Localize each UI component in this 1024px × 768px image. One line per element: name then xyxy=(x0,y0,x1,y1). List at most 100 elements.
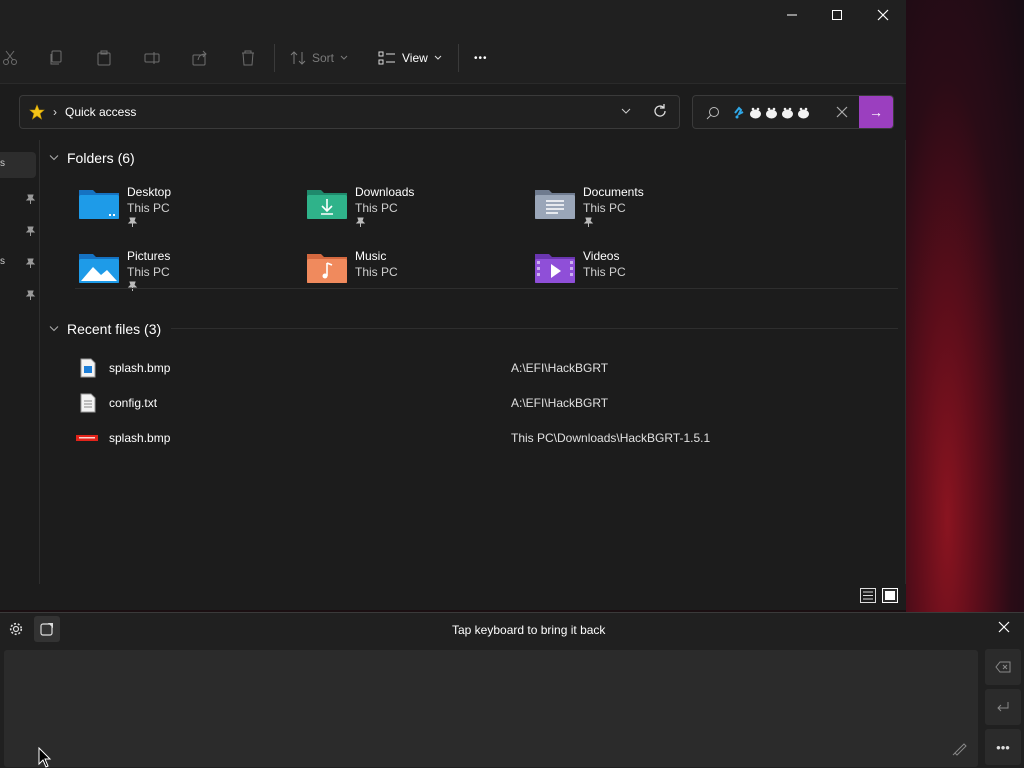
recent-file-path: A:\EFI\HackBGRT xyxy=(511,396,609,410)
keyboard-layout-button[interactable] xyxy=(34,616,60,642)
folder-location: This PC xyxy=(355,265,398,279)
handwriting-area[interactable] xyxy=(4,650,978,767)
folder-location: This PC xyxy=(583,265,626,279)
enter-key[interactable] xyxy=(985,689,1021,725)
title-bar xyxy=(0,0,906,32)
recent-file-row[interactable]: splash.bmp A:\EFI\HackBGRT xyxy=(75,353,895,383)
paste-icon xyxy=(97,50,111,66)
recent-file-path: A:\EFI\HackBGRT xyxy=(511,361,609,375)
scissors-icon xyxy=(3,50,17,65)
touch-keyboard-panel: Tap keyboard to bring it back ••• xyxy=(0,612,1024,768)
file-explorer-window: Sort View ••• › Quick access → s s Folde… xyxy=(0,0,906,610)
folder-location: This PC xyxy=(127,265,170,279)
emoji-icon xyxy=(798,107,809,119)
search-submit-button[interactable]: → xyxy=(859,96,893,128)
backspace-key[interactable] xyxy=(985,649,1021,685)
trash-icon xyxy=(242,50,254,66)
recent-group-divider xyxy=(171,328,898,329)
search-box[interactable]: → xyxy=(692,95,894,129)
folder-name: Videos xyxy=(583,249,620,263)
sort-button[interactable]: Sort xyxy=(290,46,348,70)
pin-icon xyxy=(23,288,37,302)
mouse-cursor-icon xyxy=(38,747,52,768)
details-view-icon xyxy=(860,588,876,603)
folder-pictures[interactable]: Pictures This PC xyxy=(77,248,297,300)
pen-button[interactable] xyxy=(952,740,968,759)
arrow-right-icon: → xyxy=(869,104,883,120)
more-options-button[interactable]: ••• xyxy=(474,46,488,70)
backspace-icon xyxy=(995,661,1011,673)
folder-desktop[interactable]: Desktop This PC xyxy=(77,184,297,236)
share-button[interactable] xyxy=(190,48,210,68)
documents-folder-icon xyxy=(535,190,575,219)
copy-button[interactable] xyxy=(46,48,66,68)
emoji-icon xyxy=(734,106,744,119)
folder-name: Downloads xyxy=(355,185,415,199)
folder-downloads[interactable]: Downloads This PC xyxy=(305,184,525,236)
paste-button[interactable] xyxy=(94,48,114,68)
nav-item-selected[interactable]: s xyxy=(0,152,36,178)
folder-documents[interactable]: Documents This PC xyxy=(533,184,753,236)
clear-search-button[interactable] xyxy=(836,106,848,121)
keyboard-top-bar: Tap keyboard to bring it back xyxy=(0,613,1024,647)
downloads-folder-icon xyxy=(307,190,347,219)
folder-location: This PC xyxy=(127,201,170,215)
emoji-icon xyxy=(782,107,793,119)
address-bar[interactable]: › Quick access xyxy=(19,95,680,129)
keyboard-settings-button[interactable] xyxy=(9,622,23,639)
navigation-pane: s s xyxy=(0,140,40,584)
desktop-folder-icon xyxy=(79,190,119,219)
address-row: › Quick access → xyxy=(0,84,906,140)
emoji-icon xyxy=(766,107,777,119)
chevron-down-icon xyxy=(340,55,348,60)
maximize-button[interactable] xyxy=(814,0,860,30)
minimize-icon xyxy=(787,14,797,16)
image-file-icon xyxy=(80,358,96,378)
recent-file-row[interactable]: config.txt A:\EFI\HackBGRT xyxy=(75,388,895,418)
folder-videos[interactable]: Videos This PC xyxy=(533,248,753,300)
desktop-wallpaper xyxy=(906,0,1024,612)
recent-file-row[interactable]: splash.bmp This PC\Downloads\HackBGRT-1.… xyxy=(75,423,895,453)
refresh-button[interactable] xyxy=(652,103,668,122)
lenovo-image-icon xyxy=(76,435,98,441)
details-view-button[interactable] xyxy=(860,588,876,606)
rename-button[interactable] xyxy=(142,48,162,68)
more-icon: ••• xyxy=(996,739,1010,755)
pin-icon xyxy=(355,217,366,231)
view-label: View xyxy=(402,51,428,65)
maximize-icon xyxy=(832,10,842,20)
folders-group-header[interactable]: Folders (6) xyxy=(49,148,135,168)
folder-name: Music xyxy=(355,249,387,263)
search-input[interactable] xyxy=(733,106,810,119)
toolbar-divider xyxy=(458,44,459,72)
status-bar xyxy=(0,584,906,610)
pen-icon xyxy=(952,743,967,756)
delete-button[interactable] xyxy=(238,48,258,68)
minimize-button[interactable] xyxy=(769,0,815,30)
emoji-icon xyxy=(750,107,761,119)
breadcrumb-separator: › xyxy=(53,105,57,119)
refresh-icon xyxy=(654,104,666,117)
cut-button[interactable] xyxy=(0,48,20,68)
keyboard-message: Tap keyboard to bring it back xyxy=(452,623,606,637)
history-dropdown-button[interactable] xyxy=(620,105,632,120)
folder-location: This PC xyxy=(355,201,398,215)
pin-icon xyxy=(23,256,37,270)
breadcrumb-quick-access[interactable]: Quick access xyxy=(65,105,136,119)
pin-icon xyxy=(23,224,37,238)
pin-icon xyxy=(583,217,594,231)
toolbar-divider xyxy=(274,44,275,72)
recent-file-name: splash.bmp xyxy=(109,361,171,375)
view-button[interactable]: View xyxy=(378,46,442,70)
tiles-view-button[interactable] xyxy=(882,588,898,606)
folder-location: This PC xyxy=(583,201,626,215)
tiles-view-icon xyxy=(882,588,898,603)
sticker-icon xyxy=(40,623,53,636)
pin-icon xyxy=(127,217,138,231)
recent-files-group-header[interactable]: Recent files (3) xyxy=(49,319,161,339)
folder-music[interactable]: Music This PC xyxy=(305,248,525,300)
close-button[interactable] xyxy=(860,0,906,30)
keyboard-close-button[interactable] xyxy=(998,621,1010,636)
close-icon xyxy=(836,106,848,118)
more-keys-button[interactable]: ••• xyxy=(985,729,1021,765)
